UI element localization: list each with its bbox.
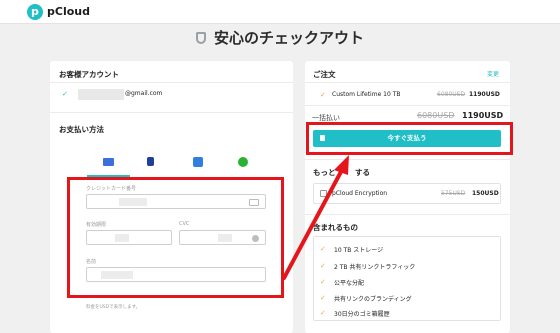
payment-section-title: お支払い方法 — [59, 125, 104, 134]
divider — [305, 82, 510, 83]
check-icon: ✓ — [320, 294, 326, 302]
check-icon: ✓ — [320, 309, 326, 317]
addon-price: 150USD — [472, 190, 499, 197]
account-section-title: お客様アカウント — [59, 70, 119, 79]
bank-transfer-icon[interactable] — [193, 157, 203, 167]
divider — [305, 214, 510, 215]
addon-checkbox[interactable] — [320, 190, 327, 197]
wechat-pay-icon[interactable] — [238, 157, 248, 167]
brand-name[interactable]: pCloud — [47, 5, 90, 18]
list-item: 2 TB 共有リンクトラフィック — [334, 264, 416, 271]
total-price: 1190USD — [462, 111, 504, 120]
pcloud-logo-icon[interactable]: p — [27, 4, 43, 20]
divider — [305, 105, 510, 106]
account-email: @gmail.com — [125, 90, 163, 97]
change-link[interactable]: 変更 — [487, 69, 499, 78]
divider — [50, 82, 293, 83]
order-section-title: ご注文 — [313, 70, 336, 79]
check-icon: ✓ — [320, 91, 326, 99]
annotation-box-pay-button — [306, 122, 513, 155]
email-redacted — [78, 89, 124, 100]
check-icon: ✓ — [320, 278, 326, 286]
check-icon: ✓ — [320, 245, 326, 253]
order-item-price: 1190USD — [469, 91, 500, 98]
addon-name: pCloud Encryption — [332, 190, 388, 197]
annotation-box-card-form — [67, 177, 284, 298]
currency-note: 料金をUSDで表示します。 — [86, 305, 141, 310]
list-item: 公平な分配 — [334, 280, 365, 287]
paypal-icon[interactable] — [147, 157, 154, 166]
addons-title-left: もっと — [313, 168, 336, 177]
check-icon: ✓ — [320, 262, 326, 270]
list-item: 30日分のゴミ箱履歴 — [334, 311, 390, 318]
list-item: 10 TB ストレージ — [334, 247, 384, 254]
divider — [305, 159, 510, 160]
included-title: 含まれるもの — [313, 223, 358, 232]
list-item: 共有リンクのブランディング — [334, 296, 412, 303]
credit-card-icon[interactable] — [103, 158, 114, 166]
addon-old-price: 575USD — [441, 190, 466, 197]
top-bar: p pCloud — [0, 0, 560, 24]
order-item-name: Custom Lifetime 10 TB — [332, 91, 401, 98]
divider — [50, 112, 293, 113]
total-old-price: 6080USD — [417, 111, 455, 120]
addons-title-right: する — [355, 168, 370, 177]
check-icon: ✓ — [62, 90, 68, 98]
order-item-old-price: 6080USD — [437, 91, 466, 98]
shield-icon — [195, 32, 206, 44]
page-title: 安心のチェックアウト — [0, 27, 560, 48]
